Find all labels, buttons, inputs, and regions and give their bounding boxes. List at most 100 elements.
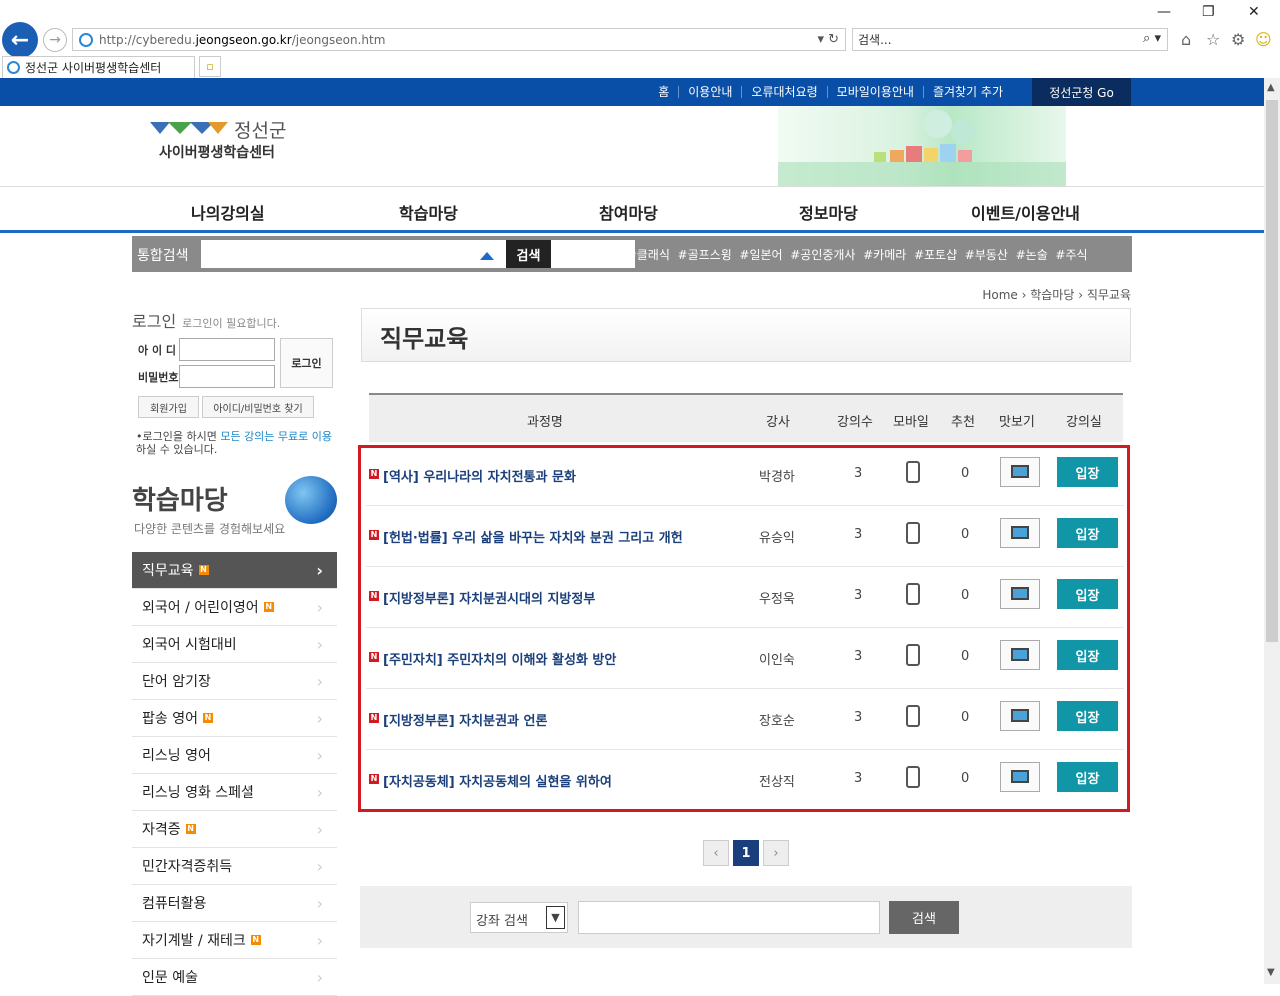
chevron-right-icon: › [316, 709, 323, 728]
join-button[interactable]: 회원가입 [138, 396, 199, 418]
recent-term[interactable]: #공인중개사 [790, 248, 855, 262]
new-badge-icon: N [198, 565, 209, 575]
county-office-link[interactable]: 정선군청 Go [1032, 78, 1131, 106]
gear-icon[interactable]: ⚙ [1231, 30, 1245, 49]
password-input[interactable] [179, 365, 275, 388]
side-menu-label: 민간자격증취득 [142, 859, 233, 875]
new-badge-icon: N [250, 935, 261, 945]
village-illustration-icon [778, 110, 1066, 186]
star-icon[interactable]: ☆ [1206, 30, 1220, 49]
course-search-select[interactable]: 강좌 검색 ▼ [470, 902, 568, 933]
chevron-right-icon: › [316, 820, 323, 839]
header-instructor: 강사 [766, 415, 790, 430]
address-bar[interactable]: http://cyberedu. jeongseon.go.kr/jeongseo… [72, 28, 846, 51]
side-menu-item[interactable]: 직무교육 N › [132, 552, 337, 589]
scroll-thumb[interactable] [1266, 100, 1278, 642]
side-menu-item[interactable]: 외국어 시험대비 › [132, 626, 337, 663]
recent-term[interactable]: #포토샵 [914, 248, 957, 262]
home-icon[interactable]: ⌂ [1181, 30, 1191, 49]
header-mobile: 모바일 [893, 415, 929, 430]
url-domain: jeongseon.go.kr [195, 32, 292, 47]
side-menu-label: 외국어 / 어린이영어 [142, 600, 259, 616]
prev-page-button[interactable]: ‹ [703, 840, 729, 866]
breadcrumb-level2[interactable]: 직무교육 [1087, 288, 1131, 302]
guide-link[interactable]: 이용안내 [678, 86, 741, 98]
chevron-down-icon[interactable]: ▼ [546, 906, 565, 929]
side-menu-item[interactable]: 민간자격증취득 › [132, 848, 337, 885]
nav-learning[interactable]: 학습마당 [399, 200, 458, 224]
scroll-up-icon[interactable]: ▲ [1267, 82, 1275, 93]
recent-search-terms: 최근 검색어 : #클래식 #골프스윙 #일본어 #공인중개사 #카메라 #포토… [556, 246, 1088, 263]
side-menu-item[interactable]: 자기계발 / 재테크 N › [132, 922, 337, 959]
breadcrumb-level1[interactable]: 학습마당 [1030, 288, 1074, 302]
side-menu-item[interactable]: 컴퓨터활용 › [132, 885, 337, 922]
restore-icon[interactable]: ❐ [1202, 4, 1215, 20]
header-classroom: 강의실 [1066, 415, 1102, 430]
page-scrollbar[interactable]: ▲ ▼ [1264, 78, 1280, 984]
login-note-highlight: 모든 강의는 무료로 이용 [220, 430, 333, 443]
browser-search-placeholder: 검색... [858, 33, 892, 47]
recent-term[interactable]: #논술 [1016, 248, 1048, 262]
course-search-box: 강좌 검색 ▼ 검색 [360, 886, 1132, 948]
browser-search-box[interactable]: 검색... ⌕ ▾ [852, 28, 1168, 51]
chevron-right-icon: › [316, 968, 323, 987]
refresh-icon[interactable]: ▾ ↻ [817, 32, 839, 47]
integrated-search-button[interactable]: 검색 [506, 240, 551, 268]
close-icon[interactable]: ✕ [1248, 4, 1260, 20]
recent-term[interactable]: #골프스윙 [678, 248, 732, 262]
side-menu-item[interactable]: 인문 예술 › [132, 959, 337, 996]
tab-title: 정선군 사이버평생학습센터 [25, 61, 162, 75]
id-label: 아 이 디 [138, 344, 177, 357]
recent-term[interactable]: #클래식 [627, 248, 670, 262]
nav-events[interactable]: 이벤트/이용안내 [971, 200, 1080, 224]
forward-button[interactable]: → [43, 28, 67, 52]
recent-term[interactable]: #부동산 [965, 248, 1008, 262]
nav-my-classroom[interactable]: 나의강의실 [191, 200, 265, 224]
side-menu-item[interactable]: 자격증 N › [132, 811, 337, 848]
course-table-header: 과정명 강사 강의수 모바일 추천 맛보기 강의실 [369, 393, 1123, 442]
scroll-down-icon[interactable]: ▼ [1267, 967, 1275, 978]
chevron-right-icon: › [316, 598, 323, 617]
browser-tab[interactable]: 정선군 사이버평생학습센터 [2, 56, 195, 78]
breadcrumb-home[interactable]: Home [982, 288, 1017, 302]
id-input[interactable] [179, 338, 275, 361]
side-section-heading: 학습마당 다양한 콘텐츠를 경험해보세요 [132, 470, 342, 540]
chevron-right-icon: › [316, 561, 323, 580]
course-search-input[interactable] [578, 901, 880, 934]
triangle-up-icon[interactable] [480, 252, 494, 260]
logo-line1: 정선군 [234, 120, 287, 142]
side-menu-item[interactable]: 단어 암기장 › [132, 663, 337, 700]
nav-information[interactable]: 정보마당 [799, 200, 858, 224]
login-button[interactable]: 로그인 [280, 338, 333, 388]
recent-term[interactable]: #주식 [1055, 248, 1087, 262]
minimize-icon[interactable]: — [1157, 4, 1171, 20]
troubleshoot-link[interactable]: 오류대처요령 [741, 86, 826, 98]
integrated-search-label: 통합검색 [137, 248, 189, 264]
header-preview: 맛보기 [999, 415, 1035, 430]
course-search-button[interactable]: 검색 [889, 901, 959, 934]
bookmark-link[interactable]: 즐겨찾기 추가 [922, 86, 1012, 98]
mobile-guide-link[interactable]: 모바일이용안내 [826, 86, 923, 98]
chevron-right-icon: › [316, 857, 323, 876]
side-menu-label: 컴퓨터활용 [142, 896, 207, 912]
page-1-button[interactable]: 1 [733, 840, 759, 866]
search-icon[interactable]: ⌕ ▾ [1143, 31, 1161, 46]
utility-links: 홈 이용안내 오류대처요령 모바일이용안내 즐겨찾기 추가 [649, 78, 1012, 106]
home-link[interactable]: 홈 [649, 86, 678, 98]
ie-icon [7, 61, 20, 74]
recent-term[interactable]: #카메라 [863, 248, 906, 262]
side-menu-item[interactable]: 팝송 영어 N › [132, 700, 337, 737]
side-menu-item[interactable]: 리스닝 영화 스페셜 › [132, 774, 337, 811]
side-menu-item[interactable]: 외국어 / 어린이영어 N › [132, 589, 337, 626]
back-button[interactable]: ← [2, 22, 38, 58]
find-account-button[interactable]: 아이디/비밀번호 찾기 [202, 396, 314, 418]
course-search-select-value: 강좌 검색 [476, 914, 528, 929]
recent-term[interactable]: #일본어 [739, 248, 782, 262]
chevron-right-icon: › [316, 783, 323, 802]
new-tab-button[interactable]: ▫ [199, 56, 221, 77]
next-page-button[interactable]: › [763, 840, 789, 866]
side-menu-item[interactable]: 리스닝 영어 › [132, 737, 337, 774]
nav-participation[interactable]: 참여마당 [599, 200, 658, 224]
smiley-icon[interactable]: ☺ [1255, 30, 1272, 49]
new-badge-icon: N [185, 824, 196, 834]
